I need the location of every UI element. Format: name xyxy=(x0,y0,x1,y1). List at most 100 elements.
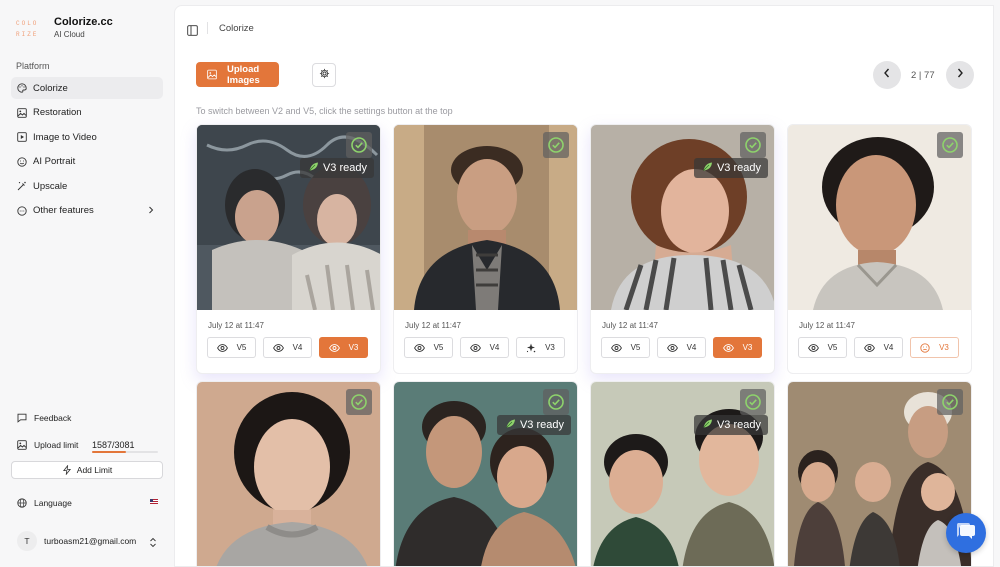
gear-icon xyxy=(319,66,330,84)
add-limit-label: Add Limit xyxy=(76,465,113,475)
photo-card[interactable]: V3 ready July 12 at 11:47 V5 V4 V3 xyxy=(196,124,381,374)
check-circle-icon[interactable] xyxy=(740,132,766,158)
palette-icon xyxy=(17,83,27,93)
sidebar-item-ai-portrait[interactable]: AI Portrait xyxy=(11,151,163,173)
version-label: V4 xyxy=(489,343,500,352)
breadcrumb[interactable]: Colorize xyxy=(219,23,254,34)
sidebar-item-label: Upscale xyxy=(33,180,68,192)
sidebar-item-label: Image to Video xyxy=(33,131,97,143)
leaf-icon xyxy=(702,418,713,432)
v4-view-button[interactable]: V4 xyxy=(854,337,903,358)
us-flag-icon[interactable] xyxy=(150,499,158,504)
check-circle-icon[interactable] xyxy=(346,132,372,158)
v3-ready-badge: V3 ready xyxy=(693,415,768,435)
v5-view-button[interactable]: V5 xyxy=(404,337,453,358)
photo-card[interactable]: V3 ready July 12 at 11:47 V5 V4 V3 xyxy=(590,124,775,374)
eye-icon xyxy=(666,343,678,352)
next-page-button[interactable] xyxy=(946,61,974,89)
feedback-link[interactable]: Feedback xyxy=(17,413,71,423)
sidebar-item-upscale[interactable]: Upscale xyxy=(11,175,163,197)
sidebar-item-label: Restoration xyxy=(33,107,82,118)
eye-icon xyxy=(216,343,228,352)
photo-card[interactable]: V3 ready xyxy=(393,381,578,566)
card-date: July 12 at 11:47 xyxy=(602,321,658,330)
chevron-up-down-icon xyxy=(149,535,157,553)
eye-icon xyxy=(863,343,875,352)
v5-view-button[interactable]: V5 xyxy=(207,337,256,358)
video-icon xyxy=(17,132,27,142)
message-icon xyxy=(17,413,27,423)
upload-images-label: Upload Images xyxy=(227,63,260,86)
page-indicator: 2 | 77 xyxy=(911,70,935,81)
check-circle-icon[interactable] xyxy=(740,389,766,415)
upload-limit-count: 1587/3081 xyxy=(92,440,135,450)
v3-ready-badge: V3 ready xyxy=(299,158,374,178)
version-label: V3 xyxy=(348,343,359,352)
photo-card[interactable]: V3 ready xyxy=(590,381,775,566)
logo-line-2: RIZE xyxy=(16,31,39,38)
photo-card[interactable]: July 12 at 11:47 V5 V4 V3 xyxy=(393,124,578,374)
check-circle-icon[interactable] xyxy=(543,389,569,415)
v3-view-button[interactable]: V3 xyxy=(713,337,762,358)
user-email: turboasm21@gmail.com xyxy=(44,536,137,546)
v5-view-button[interactable]: V5 xyxy=(601,337,650,358)
eye-icon xyxy=(722,343,734,352)
sidebar-item-colorize[interactable]: Colorize xyxy=(11,77,163,99)
check-circle-icon[interactable] xyxy=(937,389,963,415)
chat-bubble-icon xyxy=(955,521,977,546)
sidebar-item-image-to-video[interactable]: Image to Video xyxy=(11,126,163,148)
version-label: V4 xyxy=(686,343,697,352)
leaf-icon xyxy=(702,161,713,175)
chevron-left-icon xyxy=(882,66,892,84)
brand[interactable]: COLO RIZE Colorize.cc AI Cloud xyxy=(16,16,113,40)
leaf-icon xyxy=(308,161,319,175)
check-circle-icon[interactable] xyxy=(543,132,569,158)
v3-ready-label: V3 ready xyxy=(716,162,761,174)
add-limit-button[interactable]: Add Limit xyxy=(11,461,163,479)
sidebar-item-label: Colorize xyxy=(33,82,68,94)
version-label: V5 xyxy=(630,343,641,352)
v3-generate-button[interactable]: V3 xyxy=(516,337,565,358)
upload-limit-fill xyxy=(92,451,126,453)
version-label: V5 xyxy=(827,343,838,352)
sidebar-item-label: Other features xyxy=(33,205,94,216)
sidebar-toggle-icon[interactable] xyxy=(187,23,198,41)
brand-logo: COLO RIZE xyxy=(16,18,42,40)
v3-view-button[interactable]: V3 xyxy=(319,337,368,358)
image-icon xyxy=(17,107,27,118)
v5-view-button[interactable]: V5 xyxy=(798,337,847,358)
v3-processing-button[interactable]: V3 xyxy=(910,337,959,358)
divider xyxy=(207,22,208,34)
photo-card[interactable] xyxy=(787,381,972,566)
magic-wand-icon xyxy=(17,181,27,191)
v4-view-button[interactable]: V4 xyxy=(657,337,706,358)
settings-button[interactable] xyxy=(312,63,336,87)
v3-ready-label: V3 ready xyxy=(519,419,564,431)
leaf-icon xyxy=(505,418,516,432)
v4-view-button[interactable]: V4 xyxy=(460,337,509,358)
previous-page-button[interactable] xyxy=(873,61,901,89)
version-label: V3 xyxy=(742,343,753,352)
v4-view-button[interactable]: V4 xyxy=(263,337,312,358)
platform-section-label: Platform xyxy=(16,61,50,71)
sidebar-item-restoration[interactable]: Restoration xyxy=(11,102,163,124)
version-label: V5 xyxy=(433,343,444,352)
version-label: V3 xyxy=(939,343,949,352)
check-circle-icon[interactable] xyxy=(937,132,963,158)
language-selector[interactable]: Language xyxy=(17,498,72,508)
photo-card[interactable] xyxy=(196,381,381,566)
photo-card[interactable]: July 12 at 11:47 V5 V4 V3 xyxy=(787,124,972,374)
chat-button[interactable] xyxy=(946,513,986,553)
sidebar-item-other-features[interactable]: Other features xyxy=(11,200,163,222)
upload-images-button[interactable]: Upload Images xyxy=(196,62,279,87)
v3-ready-label: V3 ready xyxy=(716,419,761,431)
image-upload-icon xyxy=(17,440,27,450)
user-menu[interactable]: T turboasm21@gmail.com xyxy=(17,531,163,551)
image-plus-icon xyxy=(207,69,217,80)
version-label: V4 xyxy=(883,343,894,352)
language-label: Language xyxy=(34,498,72,508)
globe-icon xyxy=(17,498,27,508)
brand-name: Colorize.cc xyxy=(54,16,113,28)
check-circle-icon[interactable] xyxy=(346,389,372,415)
eye-icon xyxy=(610,343,622,352)
